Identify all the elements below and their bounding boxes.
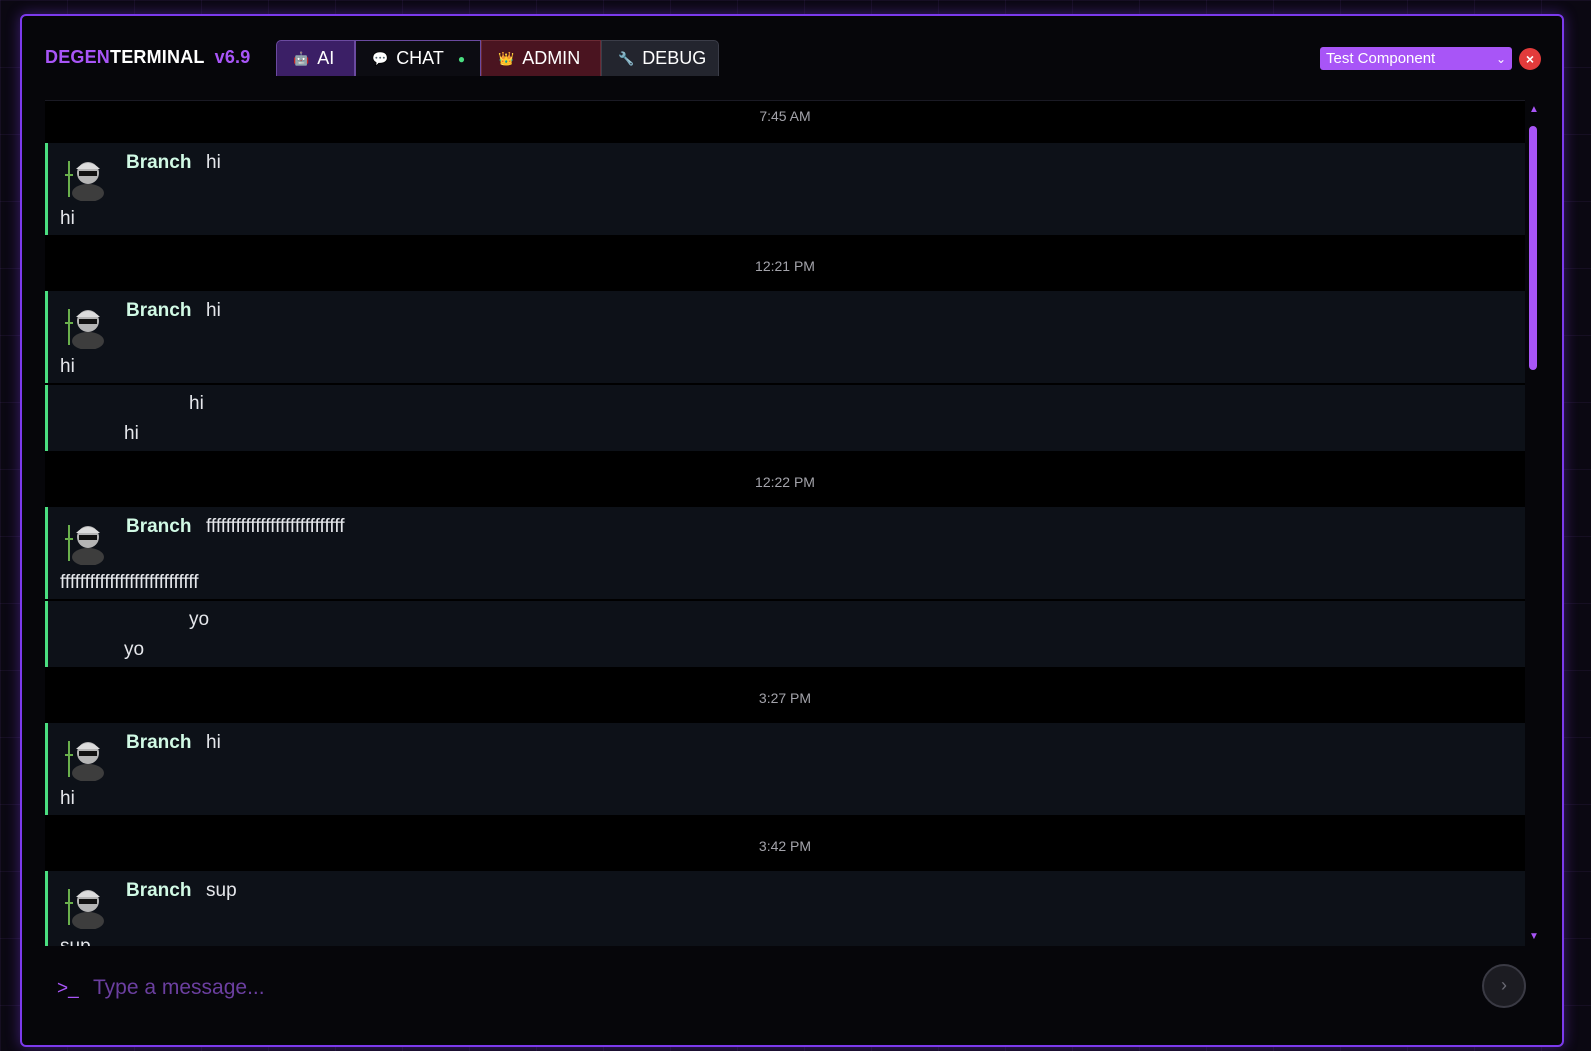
message: Branch hi hi	[45, 143, 1525, 235]
crown-icon: 👑	[498, 50, 515, 66]
message: yo yo	[45, 601, 1525, 667]
tab-bar: 🤖 AI 💬 CHAT ● 👑 ADMIN 🔧 DEBUG	[276, 40, 719, 76]
message-text: hi	[60, 356, 75, 377]
message-author[interactable]: Branch	[126, 516, 191, 538]
scroll-up-arrow-icon[interactable]: ▲	[1529, 104, 1539, 115]
message: Branch sup sup	[45, 871, 1525, 946]
message-composer: >_ ›	[45, 954, 1545, 1024]
wrench-icon: 🔧	[618, 50, 635, 66]
tab-label: AI	[317, 48, 335, 68]
message-author[interactable]: Branch	[126, 732, 191, 754]
tab-chat[interactable]: 💬 CHAT ●	[355, 40, 481, 76]
component-select-value: Test Component	[1326, 50, 1436, 67]
chat-messages: 7:45 AM Branch hi hi 12:21 PM Branch hi …	[45, 100, 1525, 946]
tab-admin[interactable]: 👑 ADMIN	[481, 40, 601, 76]
component-select[interactable]: Test Component ⌄	[1320, 47, 1512, 70]
message: Branch ffffffffffffffffffffffffffff ffff…	[45, 507, 1525, 599]
tab-label: ADMIN	[522, 48, 581, 68]
message-preview: hi	[206, 152, 221, 173]
chat-modal: DEGENTERMINAL v6.9 🤖 AI 💬 CHAT ● 👑 ADMIN …	[20, 14, 1564, 1047]
scrollbar-thumb[interactable]	[1529, 126, 1537, 370]
message-preview: hi	[206, 300, 221, 321]
avatar	[65, 525, 104, 565]
brand-terminal: TERMINAL	[110, 47, 205, 67]
brand-logo: DEGENTERMINAL v6.9	[45, 47, 250, 68]
chat-scrollbar[interactable]: ▲ ▼	[1527, 104, 1539, 942]
tab-debug[interactable]: 🔧 DEBUG	[601, 40, 719, 76]
prompt-icon: >_	[57, 978, 79, 999]
robot-icon: 🤖	[293, 50, 310, 66]
online-indicator: ●	[457, 51, 466, 66]
message-text: hi	[124, 423, 139, 444]
tab-ai[interactable]: 🤖 AI	[276, 40, 355, 76]
timestamp-divider: 7:45 AM	[759, 108, 811, 124]
scroll-down-arrow-icon[interactable]: ▼	[1529, 931, 1539, 942]
close-button[interactable]: ×	[1519, 48, 1541, 70]
message: Branch hi hi	[45, 723, 1525, 815]
avatar	[65, 309, 104, 349]
modal-header: DEGENTERMINAL v6.9 🤖 AI 💬 CHAT ● 👑 ADMIN …	[22, 16, 1562, 96]
avatar	[65, 741, 104, 781]
chevron-down-icon: ⌄	[1495, 51, 1506, 66]
message-preview: sup	[206, 880, 237, 901]
avatar	[65, 889, 104, 929]
speech-bubble-icon: 💬	[372, 50, 389, 66]
message-author[interactable]: Branch	[126, 880, 191, 902]
message-preview: ffffffffffffffffffffffffffff	[206, 516, 345, 537]
tab-label: DEBUG	[642, 48, 707, 68]
timestamp-divider: 12:22 PM	[755, 474, 815, 490]
message-text: hi	[60, 208, 75, 229]
send-button[interactable]: ›	[1482, 964, 1526, 1008]
message-preview: hi	[189, 393, 204, 414]
message-text: hi	[60, 788, 75, 809]
timestamp-divider: 12:21 PM	[755, 258, 815, 274]
brand-degen: DEGEN	[45, 47, 111, 67]
message-author[interactable]: Branch	[126, 300, 191, 322]
message: hi hi	[45, 385, 1525, 451]
tab-label: CHAT	[396, 48, 444, 68]
message-text: yo	[124, 639, 145, 660]
brand-version: v6.9	[214, 47, 251, 67]
message-text: ffffffffffffffffffffffffffff	[60, 572, 199, 593]
message-preview: hi	[206, 732, 221, 753]
message: Branch hi hi	[45, 291, 1525, 383]
avatar	[65, 161, 104, 201]
message-text: sup	[60, 936, 91, 946]
timestamp-divider: 3:42 PM	[758, 838, 812, 854]
message-preview: yo	[189, 609, 210, 630]
message-input[interactable]	[91, 972, 1475, 1004]
timestamp-divider: 3:27 PM	[758, 690, 812, 706]
message-author[interactable]: Branch	[126, 152, 191, 174]
